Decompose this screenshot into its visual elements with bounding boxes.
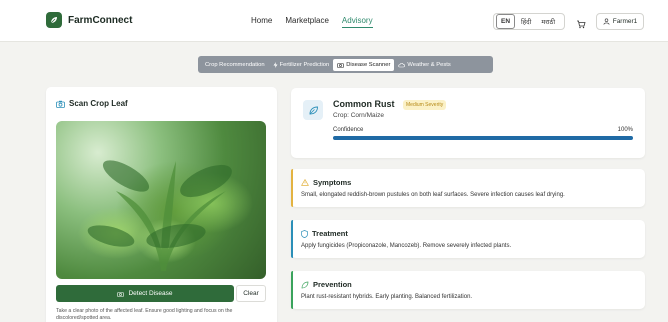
user-menu-button[interactable]: Farmer1 (596, 13, 644, 30)
cart-icon[interactable] (576, 16, 586, 29)
prevention-title-label: Prevention (313, 280, 352, 289)
severity-badge: Medium Severity (403, 100, 447, 110)
leaf-logo-icon (46, 12, 62, 28)
disease-name: Common Rust (333, 99, 395, 109)
prevention-title: Prevention (301, 280, 352, 289)
confidence-label: Confidence (333, 127, 364, 133)
leaf-icon (303, 100, 323, 120)
photo-hint: Take a clear photo of the affected leaf.… (56, 308, 233, 321)
tab-fertilizer-prediction[interactable]: Fertilizer Prediction (269, 59, 334, 71)
clear-label: Clear (243, 290, 259, 297)
tab-label: Disease Scanner (346, 61, 391, 68)
scan-title-label: Scan Crop Leaf (69, 99, 128, 108)
camera-icon (337, 62, 345, 68)
cloud-icon (398, 62, 406, 67)
language-switcher: EN हिंदी मराठी (493, 13, 565, 30)
user-icon (603, 18, 610, 25)
bolt-icon (273, 61, 278, 68)
symptoms-accent-bar (291, 169, 293, 207)
lang-en[interactable]: EN (496, 14, 516, 29)
shield-icon (301, 229, 308, 238)
lang-hindi[interactable]: हिंदी (517, 14, 535, 29)
tab-crop-recommendation[interactable]: Crop Recommendation (201, 59, 269, 71)
nav-home[interactable]: Home (251, 16, 272, 28)
confidence-value: 100% (617, 127, 633, 133)
symptoms-title: Symptoms (301, 178, 351, 187)
leaf-photo (56, 121, 266, 279)
prevention-card: Prevention Plant rust-resistant hybrids.… (291, 271, 645, 309)
detect-disease-button[interactable]: Detect Disease (56, 285, 234, 302)
lang-marathi[interactable]: मराठी (537, 14, 559, 29)
prevention-text: Plant rust-resistant hybrids. Early plan… (301, 294, 473, 300)
symptoms-title-label: Symptoms (313, 178, 352, 187)
nav-marketplace[interactable]: Marketplace (285, 16, 329, 28)
user-name: Farmer1 (612, 18, 638, 25)
tab-label: Crop Recommendation (205, 61, 265, 68)
leaf-icon (301, 281, 309, 288)
nav-advisory[interactable]: Advisory (341, 16, 373, 28)
crop-label: Crop: Corn/Maize (333, 112, 384, 119)
confidence-bar (333, 136, 633, 140)
scan-title: Scan Crop Leaf (56, 99, 128, 108)
treatment-text: Apply fungicides (Propiconazole, Mancoze… (301, 243, 512, 249)
brand-name: FarmConnect (68, 14, 133, 26)
detect-disease-label: Detect Disease (128, 290, 173, 297)
symptoms-card: Symptoms Small, elongated reddish-brown … (291, 169, 645, 207)
tab-disease-scanner[interactable]: Disease Scanner (333, 58, 395, 71)
treatment-title: Treatment (301, 229, 348, 238)
scan-card: Scan Crop Leaf Detect Disease Clear Take… (46, 87, 277, 322)
treatment-card: Treatment Apply fungicides (Propiconazol… (291, 220, 645, 258)
clear-button[interactable]: Clear (236, 285, 266, 302)
tab-label: Weather & Pests (407, 61, 451, 68)
camera-icon (117, 291, 125, 297)
treatment-accent-bar (291, 220, 293, 258)
main-nav: Home Marketplace Advisory (251, 16, 373, 28)
symptoms-text: Small, elongated reddish-brown pustules … (301, 192, 565, 198)
treatment-title-label: Treatment (312, 229, 348, 238)
app-header: FarmConnect Home Marketplace Advisory EN… (0, 0, 668, 42)
advisory-tabs: Crop Recommendation Fertilizer Predictio… (198, 56, 493, 73)
prevention-accent-bar (291, 271, 293, 309)
warning-icon (301, 179, 309, 186)
brand-logo[interactable]: FarmConnect (46, 12, 132, 28)
tab-label: Fertilizer Prediction (279, 61, 330, 68)
tab-weather-pests[interactable]: Weather & Pests (394, 59, 454, 71)
camera-icon (56, 100, 65, 108)
diagnosis-card: Common Rust Medium Severity Crop: Corn/M… (291, 88, 645, 158)
confidence-bar-fill (333, 136, 633, 140)
